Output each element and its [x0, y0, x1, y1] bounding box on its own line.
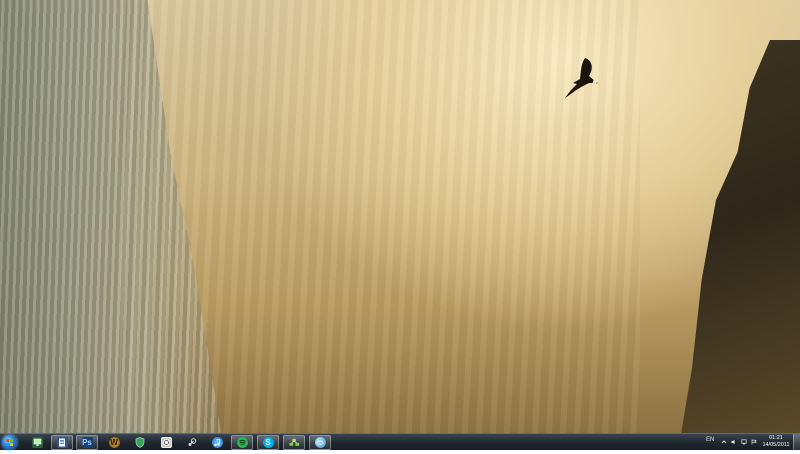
taskbar-paint[interactable] [155, 435, 177, 450]
taskbar-steam[interactable] [181, 435, 203, 450]
clock-time: 01:21 [769, 435, 783, 441]
taskbar-word[interactable] [51, 435, 73, 450]
system-clock[interactable]: 01:21 14/05/2011 [760, 435, 792, 449]
taskbar-wow[interactable]: W [103, 435, 125, 450]
photoshop-icon: Ps [81, 437, 93, 448]
monitor-icon [31, 437, 43, 448]
notepad-icon [160, 437, 172, 448]
taskbar-explorer[interactable] [26, 435, 48, 450]
taskbar-tool[interactable] [309, 435, 331, 450]
network-tray-icon[interactable] [741, 439, 747, 445]
cliff-right [680, 40, 800, 433]
spotify-icon [236, 437, 248, 448]
show-hidden-icons-icon[interactable] [721, 439, 727, 445]
word-document-icon [56, 437, 68, 448]
taskbar-skype[interactable]: S [257, 435, 279, 450]
mist-overlay [120, 0, 640, 433]
taskbar-itunes[interactable] [206, 435, 228, 450]
taskbar-spotify[interactable] [231, 435, 253, 450]
language-indicator[interactable]: EN [706, 437, 714, 454]
steam-icon [187, 437, 198, 448]
eagle-icon [565, 58, 599, 98]
taskbar-network[interactable] [283, 435, 305, 450]
taskbar-security[interactable] [129, 435, 151, 450]
show-desktop-button[interactable] [793, 434, 800, 451]
wow-icon: W [108, 437, 120, 448]
shield-icon [135, 437, 146, 448]
windows-logo-icon [6, 439, 13, 446]
music-note-icon [211, 437, 223, 448]
desktop-wallpaper [0, 0, 800, 433]
taskbar: Ps W S EN 01:21 14/05/2011 [0, 433, 800, 451]
speaker-icon[interactable] [731, 439, 737, 445]
start-button[interactable] [2, 435, 17, 450]
network-icon [288, 437, 300, 448]
globe-icon [314, 437, 326, 448]
taskbar-photoshop[interactable]: Ps [76, 435, 98, 450]
action-center-flag-icon[interactable] [751, 439, 757, 445]
clock-date: 14/05/2011 [762, 442, 790, 448]
skype-icon: S [262, 437, 274, 448]
